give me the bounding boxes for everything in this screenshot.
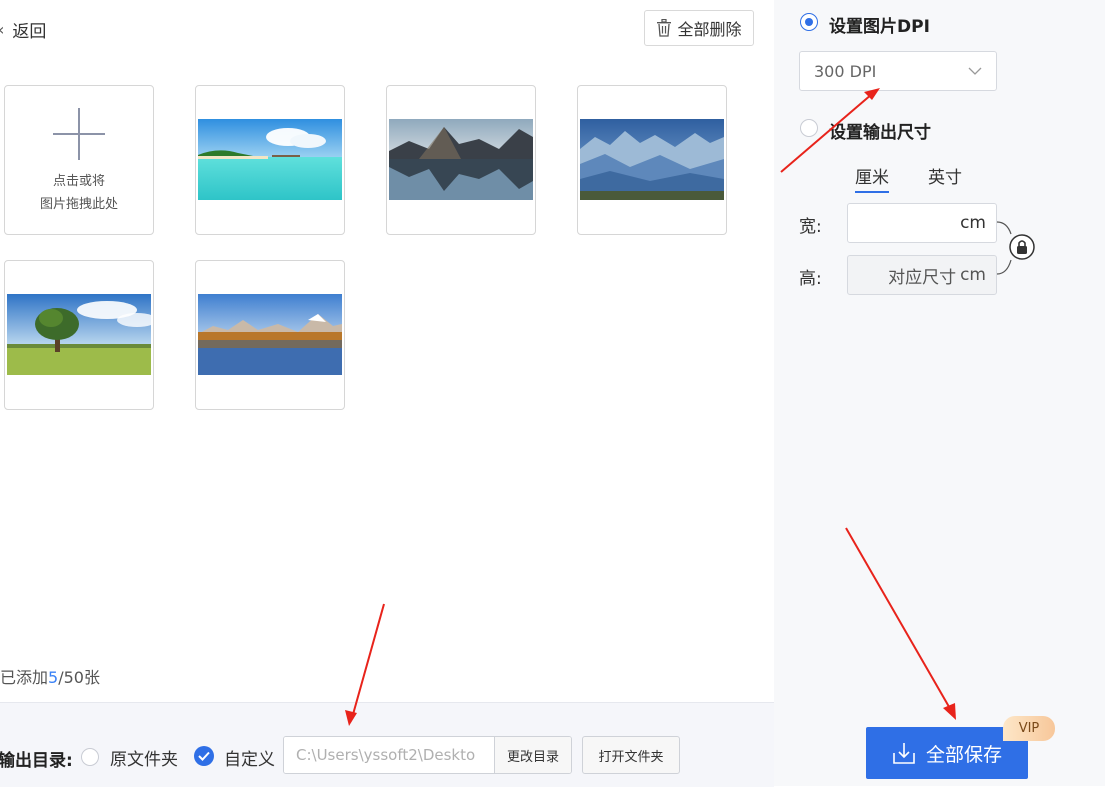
image-list-panel: ‹ 返回 全部删除 点击或将 图片拖拽此处 xyxy=(0,0,774,787)
height-label: 高: xyxy=(799,269,822,289)
tab-centimeter[interactable]: 厘米 xyxy=(855,163,889,193)
back-label: 返回 xyxy=(12,21,47,42)
plus-icon xyxy=(53,108,105,160)
radio-custom-folder[interactable] xyxy=(194,746,214,766)
open-folder-button[interactable]: 打开文件夹 xyxy=(582,736,680,774)
output-path-input[interactable] xyxy=(284,737,494,773)
save-all-label: 全部保存 xyxy=(925,743,1002,766)
check-icon xyxy=(198,751,210,761)
option-original-folder-label: 原文件夹 xyxy=(110,750,178,770)
vip-badge: VIP xyxy=(1003,716,1055,741)
image-count-current: 5 xyxy=(48,668,59,687)
add-image-card[interactable]: 点击或将 图片拖拽此处 xyxy=(4,85,154,235)
image-thumbnail xyxy=(7,294,151,375)
output-size-title: 设置输出尺寸 xyxy=(829,123,931,143)
option-custom-folder-label: 自定义 xyxy=(224,750,275,770)
width-unit: cm xyxy=(960,213,986,233)
trash-icon xyxy=(657,19,672,37)
delete-all-label: 全部删除 xyxy=(677,20,742,39)
dpi-select-value: 300 DPI xyxy=(814,61,877,81)
height-field: 对应尺寸 cm xyxy=(847,255,997,295)
add-image-hint: 点击或将 图片拖拽此处 xyxy=(39,174,118,212)
back-button[interactable]: ‹ 返回 xyxy=(0,16,46,42)
radio-set-dpi[interactable] xyxy=(800,13,818,31)
image-thumbnail xyxy=(198,294,342,375)
dpi-select[interactable]: 300 DPI xyxy=(799,51,997,91)
output-directory-bar: 输出目录: 原文件夹 自定义 更改目录 打开文件夹 xyxy=(0,702,774,787)
output-path-field: 更改目录 xyxy=(283,736,572,774)
dpi-title: 设置图片DPI xyxy=(829,17,930,37)
image-thumbnail xyxy=(580,119,724,200)
radio-original-folder[interactable] xyxy=(81,748,99,766)
image-card-autumn-lake[interactable] xyxy=(195,260,345,410)
image-thumbnail xyxy=(389,119,533,200)
width-label: 宽: xyxy=(799,217,822,237)
settings-panel: 设置图片DPI 300 DPI 设置输出尺寸 厘米 英寸 宽: cm 高: 对应… xyxy=(774,0,1105,786)
image-card-mountain-lake[interactable] xyxy=(386,85,536,235)
image-card-misty-mountains[interactable] xyxy=(577,85,727,235)
output-directory-label: 输出目录: xyxy=(0,751,73,771)
width-input[interactable] xyxy=(882,212,957,234)
image-card-tropical-beach[interactable] xyxy=(195,85,345,235)
radio-set-output-size[interactable] xyxy=(800,119,818,137)
width-field[interactable]: cm xyxy=(847,203,997,243)
delete-all-button[interactable]: 全部删除 xyxy=(644,10,754,46)
aspect-lock-icon[interactable] xyxy=(997,220,1037,276)
height-value: 对应尺寸 xyxy=(888,267,957,288)
image-thumbnail xyxy=(198,119,342,200)
download-icon xyxy=(893,743,915,764)
image-card-lone-tree[interactable] xyxy=(4,260,154,410)
chevron-down-icon xyxy=(968,67,982,75)
chevron-left-icon: ‹ xyxy=(0,20,4,39)
image-count: 已添加5/50张 xyxy=(0,668,100,687)
tab-inch[interactable]: 英寸 xyxy=(928,163,962,188)
change-directory-button[interactable]: 更改目录 xyxy=(494,737,571,773)
height-unit: cm xyxy=(960,265,986,285)
